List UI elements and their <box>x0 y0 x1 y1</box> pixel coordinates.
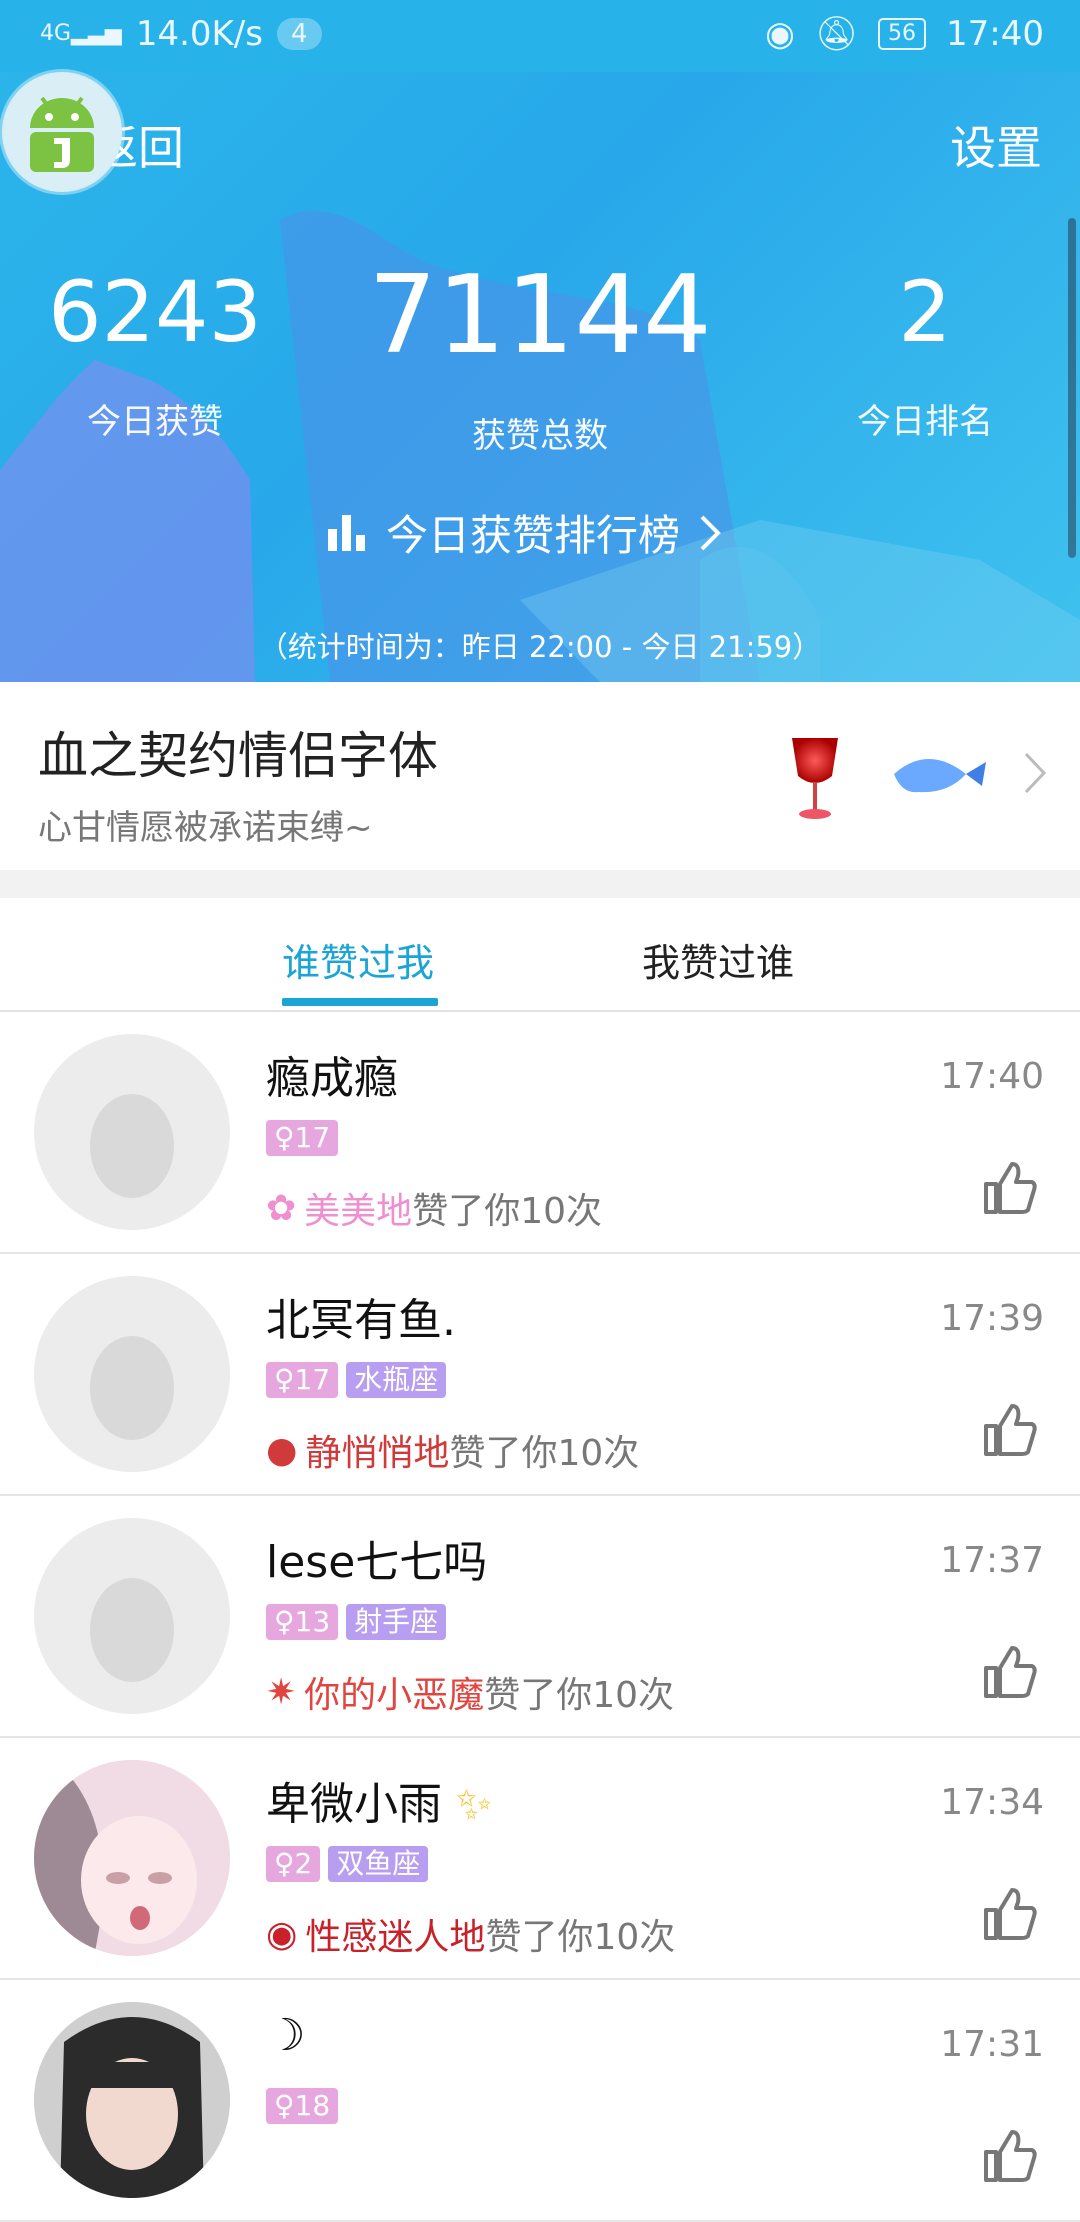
like-adverb: 美美地 <box>304 1191 413 1232</box>
thumbs-up-icon[interactable] <box>982 1644 1038 1700</box>
scrollbar[interactable] <box>1068 218 1076 558</box>
mute-bell-icon: 🔕︎ <box>814 14 859 54</box>
like-time: 17:34 <box>940 1782 1044 1823</box>
user-name: lese七七吗 <box>266 1537 488 1588</box>
tab-who-i-liked[interactable]: 我赞过谁 <box>642 932 794 987</box>
sparkle-icon: ✨︎ <box>456 1779 493 1830</box>
like-action: 赞了你10次 <box>449 1433 640 1474</box>
stat-label: 今日获赞 <box>87 402 223 442</box>
eye-icon: ◉ <box>765 14 795 54</box>
ranking-link[interactable]: 今日获赞排行榜 <box>328 502 722 563</box>
like-description: ◉ 性感迷人地 赞了你10次 <box>266 1908 675 1960</box>
avatar[interactable] <box>34 1760 230 1956</box>
stat-today-likes: 6243 今日获赞 <box>30 270 280 443</box>
user-tags: ♀2 双鱼座 <box>266 1846 429 1882</box>
thumbs-up-icon[interactable] <box>982 1160 1038 1216</box>
avatar[interactable] <box>34 1518 230 1714</box>
list-item[interactable]: 瘾成瘾 17:40 ♀17 ✿ 美美地 赞了你10次 <box>0 1012 1080 1254</box>
user-name: 卑微小雨 ✨︎ <box>266 1779 493 1830</box>
settings-button[interactable]: 设置 <box>950 112 1042 178</box>
list-item[interactable]: 北冥有鱼. 17:39 ♀17 水瓶座 ● 静悄悄地 赞了你10次 <box>0 1254 1080 1496</box>
blue-fish-icon <box>894 759 986 793</box>
ranking-link-label: 今日获赞排行榜 <box>386 511 681 560</box>
battery-icon: 56 <box>878 18 927 50</box>
user-tags: ♀17 <box>266 1120 339 1156</box>
avatar[interactable] <box>34 2002 230 2198</box>
bar-chart-icon <box>328 514 365 551</box>
avatar[interactable] <box>34 1276 230 1472</box>
stat-value: 2 <box>898 263 952 361</box>
stat-label: 今日排名 <box>857 402 993 442</box>
signal-icon: 4G▂▃▅ <box>40 21 122 46</box>
header: 4G▂▃▅ 14.0K/s 4 ◉ 🔕︎ 56 17:40 返回 设置 6243… <box>0 0 1080 682</box>
stat-value: 6243 <box>48 263 262 361</box>
likers-list: 瘾成瘾 17:40 ♀17 ✿ 美美地 赞了你10次 北冥有鱼. 17:39 ♀… <box>0 1012 1080 2222</box>
chevron-right-icon <box>1024 752 1047 794</box>
age-badge: ♀17 <box>266 1120 339 1156</box>
zodiac-badge: 射手座 <box>346 1604 447 1640</box>
age-badge: ♀17 <box>266 1362 339 1398</box>
like-action: 赞了你10次 <box>412 1191 602 1232</box>
tab-who-liked-me[interactable]: 谁赞过我 <box>282 932 434 987</box>
notification-count: 4 <box>276 18 322 50</box>
stat-label: 获赞总数 <box>472 416 608 456</box>
age-badge: ♀13 <box>266 1604 339 1640</box>
font-promo-banner[interactable]: 血之契约情侣字体 心甘情愿被承诺束缚~ <box>0 682 1080 870</box>
like-time: 17:31 <box>940 2024 1044 2065</box>
list-item[interactable]: lese七七吗 17:37 ♀13 射手座 ✷ 你的小恶魔 赞了你10次 <box>0 1496 1080 1738</box>
like-action: 赞了你10次 <box>485 1917 676 1958</box>
like-description: ● 静悄悄地 赞了你10次 <box>266 1424 639 1476</box>
thumbs-up-icon[interactable] <box>982 1402 1038 1458</box>
like-time: 17:39 <box>940 1298 1044 1339</box>
stat-time-note: （统计时间为：昨日 22:00 - 今日 21:59） <box>258 630 822 664</box>
user-tags: ♀17 水瓶座 <box>266 1362 447 1398</box>
like-adverb: 你的小恶魔 <box>304 1675 485 1716</box>
like-description: ✿ 美美地 赞了你10次 <box>266 1182 602 1234</box>
like-time: 17:37 <box>940 1540 1044 1581</box>
android-app-icon <box>2 72 122 192</box>
active-tab-indicator <box>282 998 438 1006</box>
stat-total-likes: 71144 获赞总数 <box>330 262 750 457</box>
avatar[interactable] <box>34 1034 230 1230</box>
lips-icon: ◉ <box>266 1913 298 1955</box>
clock: 17:40 <box>946 14 1044 54</box>
promo-subtitle: 心甘情愿被承诺束缚~ <box>38 808 373 848</box>
user-name: 瘾成瘾 <box>266 1053 398 1104</box>
like-time: 17:40 <box>940 1056 1044 1097</box>
like-adverb: 静悄悄地 <box>305 1433 450 1474</box>
user-tags: ♀13 射手座 <box>266 1604 447 1640</box>
flower-icon: ✿ <box>266 1187 297 1229</box>
wine-glass-icon <box>792 738 838 819</box>
stat-value: 71144 <box>368 253 712 378</box>
like-action: 赞了你10次 <box>484 1675 674 1716</box>
thumbs-up-icon[interactable] <box>982 2128 1038 2184</box>
like-adverb: 性感迷人地 <box>305 1917 486 1958</box>
age-badge: ♀18 <box>266 2088 339 2124</box>
list-item[interactable]: 卑微小雨 ✨︎ 17:34 ♀2 双鱼座 ◉ 性感迷人地 赞了你10次 <box>0 1738 1080 1980</box>
zodiac-badge: 水瓶座 <box>346 1362 447 1398</box>
promo-title: 血之契约情侣字体 <box>38 727 438 785</box>
like-description: ✷ 你的小恶魔 赞了你10次 <box>266 1666 674 1718</box>
age-badge: ♀2 <box>266 1846 321 1882</box>
user-name: 北冥有鱼. <box>266 1295 456 1346</box>
tab-bar: 谁赞过我 我赞过谁 <box>0 898 1080 1012</box>
ghost-icon: ● <box>266 1429 298 1471</box>
thumbs-up-icon[interactable] <box>982 1886 1038 1942</box>
status-bar: 4G▂▃▅ 14.0K/s 4 ◉ 🔕︎ 56 17:40 <box>0 0 1080 72</box>
network-speed: 14.0K/s <box>135 14 263 54</box>
zodiac-badge: 双鱼座 <box>328 1846 429 1882</box>
devil-icon: ✷ <box>266 1671 297 1713</box>
user-name: ☽ <box>266 2010 306 2061</box>
list-item[interactable]: ☽ 17:31 ♀18 <box>0 1980 1080 2222</box>
user-tags: ♀18 <box>266 2088 339 2124</box>
chevron-right-icon <box>700 515 721 550</box>
stat-today-rank: 2 今日排名 <box>800 270 1050 443</box>
